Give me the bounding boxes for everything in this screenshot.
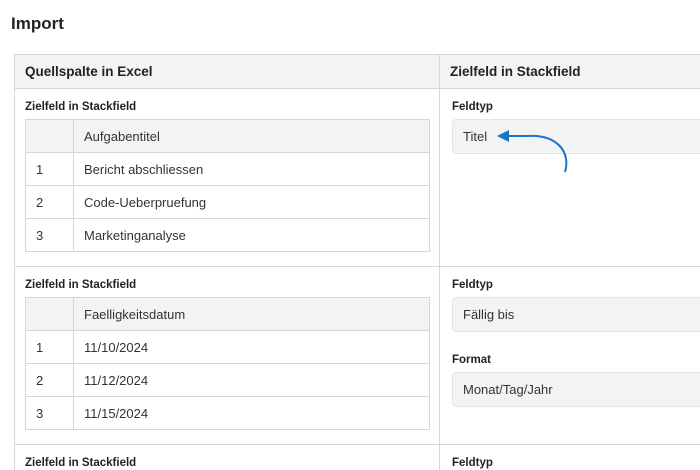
source-label: Zielfeld in Stackfield	[25, 279, 137, 291]
preview-index-header	[25, 297, 74, 331]
source-label: Zielfeld in Stackfield	[25, 457, 137, 469]
format-label: Format	[452, 354, 491, 366]
field-type-label: Feldtyp	[452, 279, 493, 291]
field-type-select[interactable]: Titel	[452, 119, 700, 173]
preview-row: 3 11/15/2024	[25, 396, 430, 430]
preview-index: 2	[25, 363, 74, 397]
preview-row: 2 Code-Ueberpruefung	[25, 185, 430, 219]
preview-value: Code-Ueberpruefung	[73, 185, 430, 219]
preview-index: 3	[25, 218, 74, 252]
preview-index-header	[25, 119, 74, 153]
preview-index: 2	[25, 185, 74, 219]
import-page: Import Quellspalte in Excel Zielfeld in …	[0, 0, 700, 470]
field-type-value: Fällig bis	[463, 307, 515, 322]
preview-index: 1	[25, 330, 74, 364]
preview-value: Marketinganalyse	[73, 218, 430, 252]
source-cell: Zielfeld in Stackfield	[15, 445, 440, 470]
source-preview-table: Aufgabentitel 1 Bericht abschliessen 2 C…	[25, 119, 430, 252]
preview-column-header: Aufgabentitel	[73, 119, 430, 153]
source-cell: Zielfeld in Stackfield Aufgabentitel 1 B…	[15, 89, 440, 266]
format-value: Monat/Tag/Jahr	[463, 382, 553, 397]
mapping-row: Zielfeld in Stackfield Feldtyp	[15, 445, 700, 470]
header-target-field: Zielfeld in Stackfield	[450, 64, 581, 79]
preview-value: 11/12/2024	[73, 363, 430, 397]
field-type-label: Feldtyp	[452, 457, 493, 469]
field-type-value: Titel	[463, 129, 488, 144]
preview-row: 3 Marketinganalyse	[25, 218, 430, 252]
format-select[interactable]: Monat/Tag/Jahr	[452, 372, 700, 407]
preview-header-row: Aufgabentitel	[25, 119, 430, 153]
preview-row: 1 11/10/2024	[25, 330, 430, 364]
target-cell: Feldtyp Titel	[440, 89, 700, 266]
table-header: Quellspalte in Excel Zielfeld in Stackfi…	[15, 55, 700, 89]
mapping-table: Quellspalte in Excel Zielfeld in Stackfi…	[14, 54, 700, 470]
target-cell: Feldtyp Fällig bis Format Monat/Tag/Jahr	[440, 267, 700, 444]
source-preview-table: Faelligkeitsdatum 1 11/10/2024 2 11/12/2…	[25, 297, 430, 430]
field-type-label: Feldtyp	[452, 101, 493, 113]
preview-value: 11/10/2024	[73, 330, 430, 364]
preview-value: 11/15/2024	[73, 396, 430, 430]
page-title: Import	[11, 14, 64, 33]
source-cell: Zielfeld in Stackfield Faelligkeitsdatum…	[15, 267, 440, 444]
header-source-column: Quellspalte in Excel	[15, 55, 440, 88]
target-cell: Feldtyp	[440, 445, 700, 470]
mapping-row: Zielfeld in Stackfield Faelligkeitsdatum…	[15, 267, 700, 445]
source-label: Zielfeld in Stackfield	[25, 101, 137, 113]
preview-row: 1 Bericht abschliessen	[25, 152, 430, 186]
curved-arrow-icon	[497, 130, 568, 173]
preview-index: 3	[25, 396, 74, 430]
preview-value: Bericht abschliessen	[73, 152, 430, 186]
preview-index: 1	[25, 152, 74, 186]
preview-header-row: Faelligkeitsdatum	[25, 297, 430, 331]
preview-row: 2 11/12/2024	[25, 363, 430, 397]
preview-column-header: Faelligkeitsdatum	[73, 297, 430, 331]
field-type-select[interactable]: Fällig bis	[452, 297, 700, 332]
mapping-row: Zielfeld in Stackfield Aufgabentitel 1 B…	[15, 89, 700, 267]
